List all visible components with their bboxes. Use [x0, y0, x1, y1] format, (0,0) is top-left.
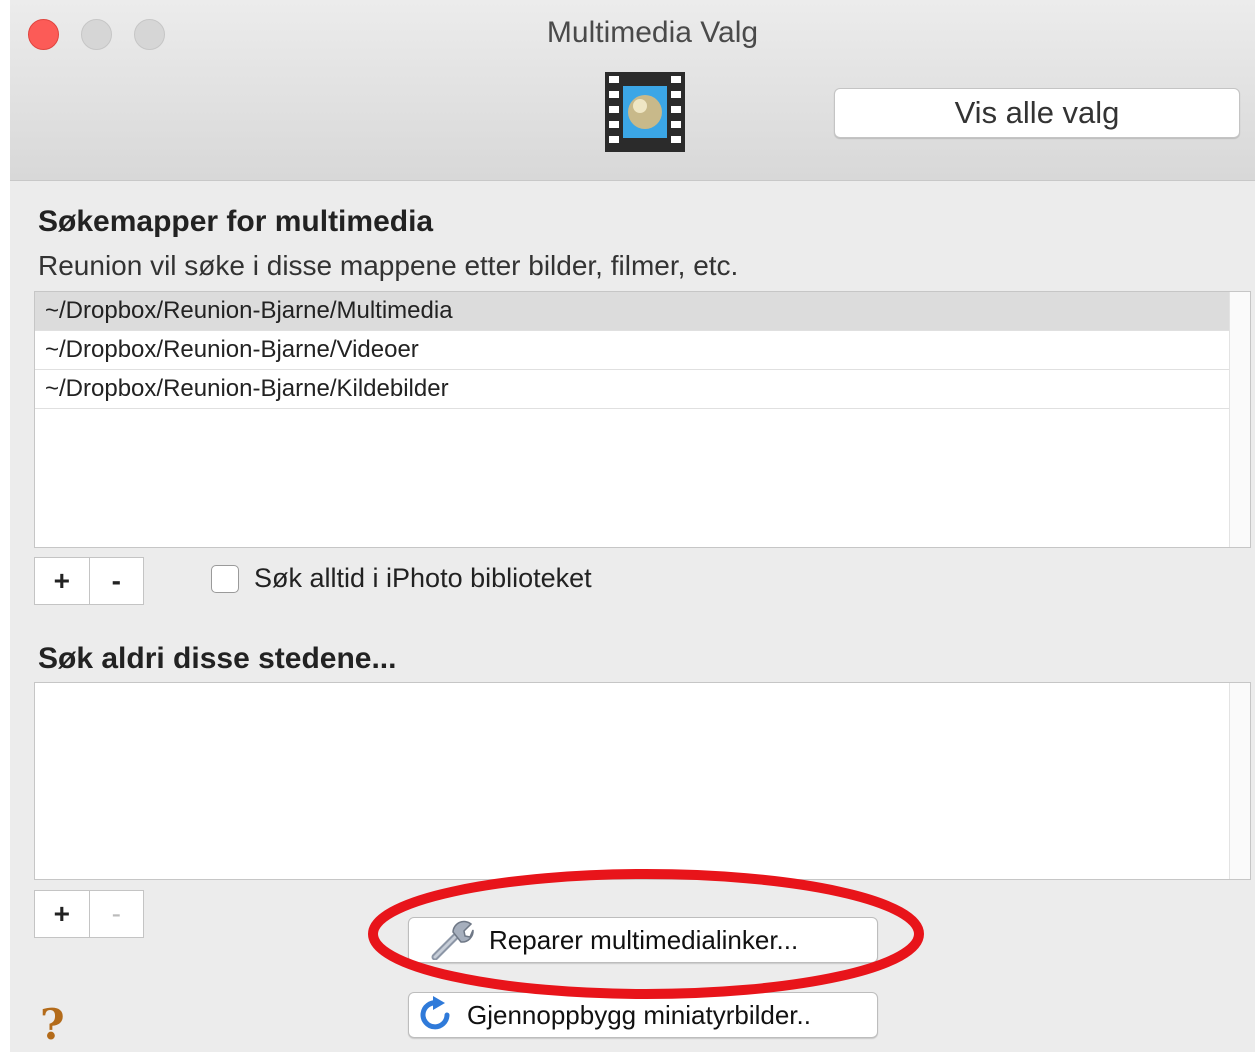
highlight-circle-annotation	[365, 865, 935, 1010]
search-folders-heading: Søkemapper for multimedia	[38, 205, 434, 238]
search-folders-description: Reunion vil søke i disse mappene etter b…	[38, 250, 739, 281]
list-scrollbar[interactable]	[1229, 683, 1250, 879]
iphoto-checkbox-label[interactable]: Søk alltid i iPhoto biblioteket	[254, 563, 592, 594]
remove-exclude-button[interactable]: -	[90, 891, 144, 937]
exclude-heading: Søk aldri disse stedene...	[38, 642, 397, 675]
window-toolbar: Multimedia Valg Vis alle valg	[10, 0, 1255, 181]
preferences-window: Multimedia Valg Vis alle valg Søkemapper…	[10, 0, 1255, 1052]
film-strip-icon[interactable]	[605, 72, 685, 157]
exclude-add-remove: + -	[34, 890, 144, 938]
search-folder-add-remove: + -	[34, 557, 144, 605]
window-title: Multimedia Valg	[546, 16, 759, 49]
add-exclude-button[interactable]: +	[35, 891, 90, 937]
list-scrollbar[interactable]	[1229, 292, 1250, 547]
exclude-list[interactable]	[34, 682, 1251, 880]
help-button[interactable]: ?	[40, 1000, 65, 1049]
remove-folder-button[interactable]: -	[90, 558, 144, 604]
search-folder-list[interactable]: ~/Dropbox/Reunion-Bjarne/Multimedia ~/Dr…	[34, 291, 1251, 548]
list-item[interactable]: ~/Dropbox/Reunion-Bjarne/Kildebilder	[35, 370, 1230, 409]
list-item[interactable]: ~/Dropbox/Reunion-Bjarne/Multimedia	[35, 292, 1230, 331]
show-all-button[interactable]: Vis alle valg	[834, 88, 1240, 138]
list-item[interactable]: ~/Dropbox/Reunion-Bjarne/Videoer	[35, 331, 1230, 370]
iphoto-checkbox[interactable]	[211, 565, 239, 593]
add-folder-button[interactable]: +	[35, 558, 90, 604]
